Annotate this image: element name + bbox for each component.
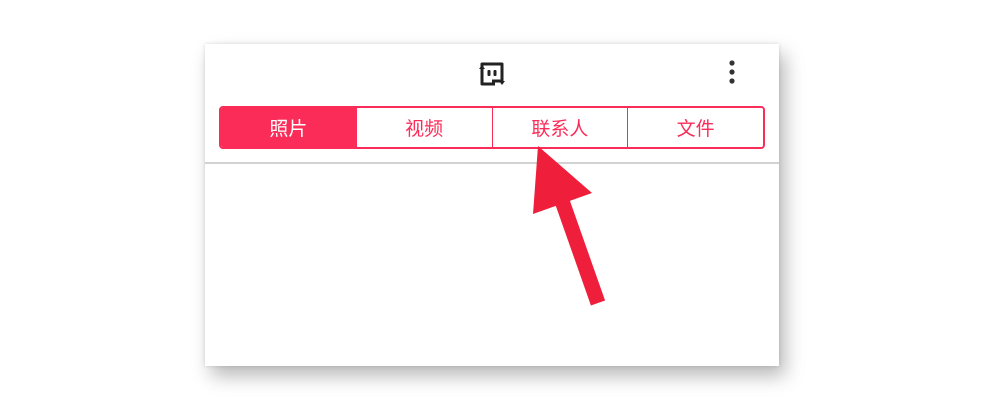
more-vertical-icon[interactable] — [720, 58, 744, 88]
tab-photos[interactable]: 照片 — [221, 108, 356, 147]
send-anywhere-logo-icon[interactable] — [475, 57, 509, 91]
tab-files[interactable]: 文件 — [627, 108, 763, 147]
content-area — [205, 164, 779, 366]
screenshot-stage: 照片 视频 联系人 文件 — [0, 0, 1000, 410]
media-type-tabs: 照片 视频 联系人 文件 — [219, 106, 765, 149]
tab-contacts[interactable]: 联系人 — [491, 108, 628, 147]
tab-videos[interactable]: 视频 — [355, 108, 492, 147]
app-window: 照片 视频 联系人 文件 — [205, 44, 779, 366]
